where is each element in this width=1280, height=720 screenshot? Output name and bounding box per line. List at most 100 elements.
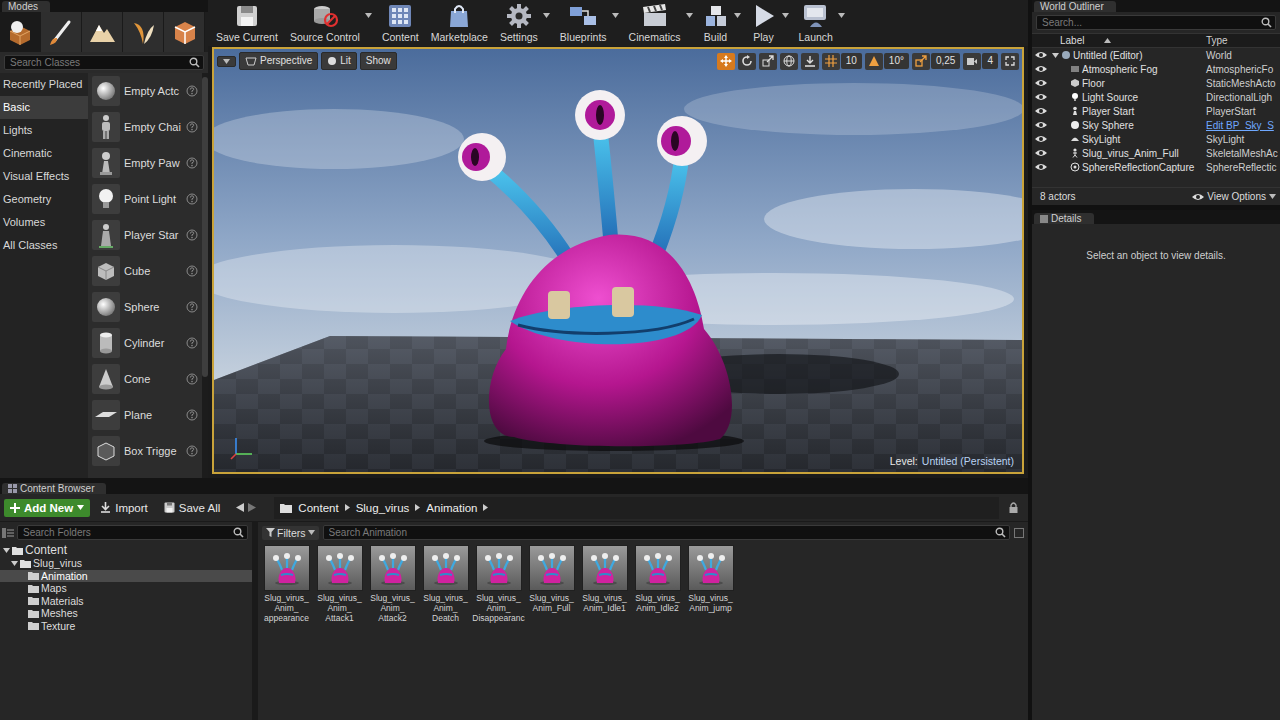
camera-speed[interactable]: 4 [963,53,998,70]
rotate-tool-button[interactable] [738,53,756,70]
placeable-item[interactable]: Point Light [88,181,202,217]
cinematics-button[interactable]: Cinematics [625,0,685,44]
placeable-item[interactable]: Empty Chai [88,109,202,145]
details-tab[interactable]: Details [1034,213,1094,224]
edit-blueprint-link[interactable]: Edit BP_Sky_S [1206,120,1280,131]
asset-tile[interactable]: Slug_virus_Anim_jump [684,545,737,623]
outliner-row[interactable]: Light SourceDirectionalLigh [1032,90,1280,104]
category-item[interactable]: All Classes [0,234,88,257]
outliner-row[interactable]: Sky SphereEdit BP_Sky_S [1032,118,1280,132]
rotation-snap-toggle[interactable] [865,53,883,70]
landscape-mode-button[interactable] [82,12,123,52]
dropdown-arrow-icon[interactable] [542,0,552,30]
category-item[interactable]: Volumes [0,211,88,234]
folder-row[interactable]: Meshes [0,607,252,620]
breadcrumb-item[interactable]: Slug_virus [356,502,410,514]
asset-tile[interactable]: Slug_virus_Anim_Full [525,545,578,623]
geometry-mode-button[interactable] [164,12,205,52]
placeable-item[interactable]: Box Trigge [88,433,202,469]
perspective-button[interactable]: Perspective [239,52,318,70]
build-button[interactable]: Build [699,0,733,44]
asset-search[interactable] [323,525,1010,540]
asset-tile[interactable]: Slug_virus_Anim_appearance [260,545,313,623]
category-item[interactable]: Cinematic [0,142,88,165]
dropdown-arrow-icon[interactable] [364,0,374,30]
import-button[interactable]: Import [94,499,154,517]
scale-tool-button[interactable] [759,53,777,70]
place-mode-button[interactable] [0,12,41,52]
level-viewport[interactable]: PerspectiveLitShow1010°0,254Level:Untitl… [212,47,1024,474]
dropdown-arrow-icon[interactable] [837,0,847,30]
folder-row[interactable]: Texture [0,620,252,633]
world-space-button[interactable] [780,53,798,70]
label-column-header[interactable]: Label [1050,35,1206,46]
asset-tile[interactable]: Slug_virus_Anim_Disappearanc [472,545,525,623]
category-item[interactable]: Visual Effects [0,165,88,188]
add-new-button[interactable]: Add New [4,499,90,517]
dropdown-arrow-icon[interactable] [733,0,743,30]
grid-snap[interactable]: 10 [822,53,862,70]
outliner-search-input[interactable] [1040,16,1261,29]
placeable-item[interactable]: Cylinder [88,325,202,361]
camera-speed-button[interactable] [963,53,981,70]
save-all-button[interactable]: Save All [158,499,227,517]
source-control-button[interactable]: Source Control [286,0,364,44]
show-button[interactable]: Show [360,52,397,70]
play-button[interactable]: Play [747,0,781,44]
asset-tile[interactable]: Slug_virus_Anim_Attack2 [366,545,419,623]
outliner-row[interactable]: Slug_virus_Anim_FullSkeletalMeshAc [1032,146,1280,160]
asset-tile[interactable]: Slug_virus_Anim_Idle2 [631,545,684,623]
save-current-button[interactable]: Save Current [212,0,282,44]
asset-tile[interactable]: Slug_virus_Anim_Idle1 [578,545,631,623]
paint-mode-button[interactable] [41,12,82,52]
placeable-item[interactable]: Empty Paw [88,145,202,181]
category-item[interactable]: Basic [0,96,88,119]
blueprints-button[interactable]: Blueprints [556,0,611,44]
placeable-item[interactable]: Sphere [88,289,202,325]
placeable-item[interactable]: Cube [88,253,202,289]
launch-button[interactable]: Launch [795,0,837,44]
placeable-item[interactable]: Player Star [88,217,202,253]
dropdown-arrow-icon[interactable] [781,0,791,30]
scale-snap-toggle[interactable] [912,53,930,70]
placeable-item[interactable]: Plane [88,397,202,433]
outliner-row[interactable]: SkyLightSkyLight [1032,132,1280,146]
placeable-item[interactable]: Cone [88,361,202,397]
modes-tab[interactable]: Modes [2,1,50,12]
category-item[interactable]: Lights [0,119,88,142]
content-browser-tab[interactable]: Content Browser [2,483,106,494]
asset-tile[interactable]: Slug_virus_Anim_Deatch [419,545,472,623]
asset-search-input[interactable] [327,526,995,539]
outliner-row[interactable]: Player StartPlayerStart [1032,104,1280,118]
dropdown-arrow-icon[interactable] [685,0,695,30]
foliage-mode-button[interactable] [123,12,164,52]
camera-speed-value[interactable]: 4 [982,53,998,69]
asset-tile[interactable]: Slug_virus_Anim_Attack1 [313,545,366,623]
outliner-row[interactable]: Atmospheric FogAtmosphericFo [1032,62,1280,76]
folder-row[interactable]: Animation [0,570,252,583]
translate-tool-button[interactable] [717,53,735,70]
rotation-snap[interactable]: 10° [865,53,909,70]
rotation-snap-value[interactable]: 10° [884,53,909,69]
outliner-tab[interactable]: World Outliner [1034,1,1116,12]
lock-button[interactable] [1003,499,1024,516]
type-column-header[interactable]: Type [1206,35,1280,46]
outliner-row[interactable]: SphereReflectionCaptureSphereReflectic [1032,160,1280,174]
folder-row[interactable]: Content [0,543,252,557]
outliner-row[interactable]: Untitled (Editor)World [1032,48,1280,62]
breadcrumb-item[interactable]: Content [298,502,338,514]
folder-row[interactable]: Materials [0,595,252,608]
grid-snap-toggle[interactable] [822,53,840,70]
viewport-options-button[interactable] [217,56,236,67]
folder-row[interactable]: Slug_virus [0,557,252,570]
folder-search-input[interactable] [21,526,233,539]
maximize-button[interactable] [1001,53,1019,70]
category-item[interactable]: Geometry [0,188,88,211]
filters-button[interactable]: Filters [262,526,319,540]
folder-search[interactable] [17,525,248,540]
settings-button[interactable]: Settings [496,0,542,44]
grid-snap-value[interactable]: 10 [841,53,862,69]
scale-snap[interactable]: 0,25 [912,53,960,70]
class-search-input[interactable] [8,56,189,69]
surface-snap-button[interactable] [801,53,819,70]
